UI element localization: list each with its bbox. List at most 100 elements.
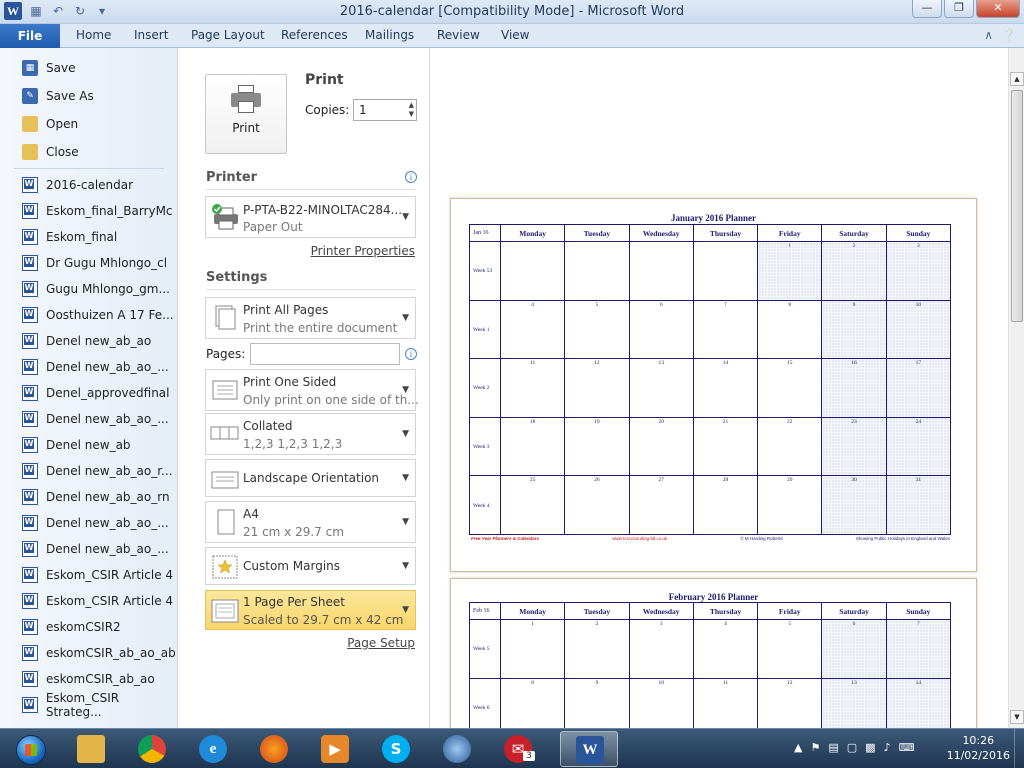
close-button[interactable]: ✕: [976, 0, 1020, 18]
day-cell: 2: [821, 241, 887, 301]
help-icon[interactable]: ❔: [1001, 28, 1016, 42]
recent-document[interactable]: Denel new_ab_ao_rn: [22, 486, 170, 508]
printer-dropdown[interactable]: P-PTA-B22-MINOLTAC284... Paper Out ▼: [205, 196, 416, 238]
margins-dropdown[interactable]: Custom Margins ▼: [205, 547, 416, 585]
day-header: Wednesday: [628, 224, 694, 242]
recent-document[interactable]: Eskom_CSIR Strateg...: [22, 691, 177, 719]
recent-document[interactable]: Dr Gugu Mhlongo_cl: [22, 252, 167, 274]
taskbar-media[interactable]: ▶: [306, 731, 364, 767]
nav-label: Save As: [46, 89, 94, 103]
pages-input[interactable]: [250, 343, 400, 365]
sides-dropdown[interactable]: Print One Sided Only print on one side o…: [205, 369, 419, 411]
tab-home[interactable]: Home: [76, 28, 111, 42]
media-player-icon: ▶: [321, 735, 349, 763]
recent-document[interactable]: Eskom_final_BarryMc: [22, 200, 173, 222]
preview-scrollbar[interactable]: ▲ ▼: [1008, 48, 1024, 728]
printer-info-icon[interactable]: i: [405, 171, 417, 183]
tab-review[interactable]: Review: [437, 28, 480, 42]
taskbar-word[interactable]: W: [560, 731, 618, 767]
print-button[interactable]: Print: [205, 74, 287, 154]
paper-size-dropdown[interactable]: A4 21 cm x 29.7 cm ▼: [205, 501, 416, 543]
taskbar-chrome[interactable]: [123, 731, 181, 767]
tab-insert[interactable]: Insert: [134, 28, 168, 42]
keyboard-icon[interactable]: ⌨: [899, 741, 915, 754]
day-cell: 30: [821, 475, 887, 535]
orientation-dropdown[interactable]: Landscape Orientation ▼: [205, 459, 416, 497]
tab-view[interactable]: View: [501, 28, 529, 42]
recent-document[interactable]: Eskom_CSIR Article 4: [22, 564, 173, 586]
recent-document[interactable]: Denel new_ab_ao_...: [22, 538, 169, 560]
day-header: Tuesday: [564, 602, 630, 620]
taskbar-mail[interactable]: ✉ 3: [489, 731, 547, 767]
pages-info-icon[interactable]: i: [405, 348, 417, 360]
tab-references[interactable]: References: [281, 28, 348, 42]
scroll-up-icon[interactable]: ▲: [1010, 72, 1024, 86]
restore-button[interactable]: ❐: [944, 0, 974, 18]
day-cell: 28: [692, 475, 759, 535]
day-cell: 6: [821, 619, 887, 679]
recent-document-label: eskomCSIR_ab_ao: [46, 672, 155, 686]
nav-label: Close: [46, 145, 79, 159]
nav-close[interactable]: Close: [22, 141, 79, 163]
recent-document[interactable]: Denel new_ab_ao_...: [22, 356, 169, 378]
recent-document[interactable]: Denel new_ab_ao_...: [22, 408, 169, 430]
taskbar-firefox[interactable]: [245, 731, 303, 767]
pages-per-sheet-dropdown[interactable]: 1 Page Per Sheet Scaled to 29.7 cm x 42 …: [205, 590, 416, 630]
recent-document[interactable]: Denel new_ab_ao_...: [22, 512, 169, 534]
minimize-ribbon-icon[interactable]: ∧: [984, 28, 993, 42]
clock[interactable]: 10:26 11/02/2016: [947, 733, 1010, 763]
recent-document[interactable]: eskomCSIR_ab_ao: [22, 668, 155, 690]
scroll-down-icon[interactable]: ▼: [1010, 710, 1024, 724]
recent-document-label: Denel new_ab_ao_...: [46, 516, 169, 530]
dropdown-arrow-icon: ▼: [402, 385, 409, 395]
setting-line2: 21 cm x 29.7 cm: [243, 525, 344, 539]
taskbar-ie[interactable]: e: [184, 731, 242, 767]
recent-document[interactable]: Denel new_ab: [22, 434, 131, 456]
recent-document[interactable]: Gugu Mhlongo_gm...: [22, 278, 170, 300]
recent-document[interactable]: Oosthuizen A 17 Fe...: [22, 304, 174, 326]
tab-file[interactable]: File: [0, 24, 60, 48]
tab-mailings[interactable]: Mailings: [365, 28, 414, 42]
day-cell: 2: [564, 619, 630, 679]
minimize-button[interactable]: —: [912, 0, 942, 18]
word-document-icon: [22, 489, 38, 505]
device-icon[interactable]: ▤: [828, 741, 838, 754]
nav-save[interactable]: ▦ Save: [22, 57, 75, 79]
recent-document[interactable]: Denel new_ab_ao_r...: [22, 460, 173, 482]
day-cell: 13: [821, 677, 887, 728]
scrollbar-thumb[interactable]: [1011, 90, 1023, 322]
day-cell: 15: [757, 358, 823, 418]
recent-document[interactable]: eskomCSIR2: [22, 616, 121, 638]
recent-document[interactable]: Denel new_ab_ao: [22, 330, 151, 352]
display-icon[interactable]: ▢: [847, 741, 857, 754]
tab-page-layout[interactable]: Page Layout: [191, 28, 265, 42]
taskbar-explorer[interactable]: [62, 731, 120, 767]
ribbon-right-controls: ∧ ❔: [984, 28, 1016, 42]
mail-badge: 3: [523, 751, 535, 761]
printer-properties-link[interactable]: Printer Properties: [311, 244, 415, 258]
recent-document[interactable]: 2016-calendar: [22, 174, 133, 196]
recent-document[interactable]: Eskom_final: [22, 226, 117, 248]
recent-document[interactable]: eskomCSIR_ab_ao_ab: [22, 642, 176, 664]
volume-icon[interactable]: ♪: [884, 741, 891, 754]
word-document-icon: [22, 333, 38, 349]
taskbar-skype[interactable]: S: [367, 731, 425, 767]
show-desktop-button[interactable]: [1014, 729, 1024, 768]
recent-document[interactable]: Denel_approvedfinal: [22, 382, 170, 404]
page-setup-link[interactable]: Page Setup: [347, 636, 415, 650]
start-button[interactable]: [4, 731, 56, 767]
taskbar-network[interactable]: [428, 731, 486, 767]
spinner-arrows-icon[interactable]: ▲ ▼: [409, 101, 414, 119]
nav-open[interactable]: Open: [22, 113, 78, 135]
show-hidden-icons-icon[interactable]: ▲: [794, 741, 802, 754]
recent-document[interactable]: Eskom_CSIR Article 4: [22, 590, 173, 612]
print-range-dropdown[interactable]: Print All Pages Print the entire documen…: [205, 297, 416, 339]
week-label: Week 53: [469, 241, 501, 301]
collation-dropdown[interactable]: Collated 1,2,3 1,2,3 1,2,3 ▼: [205, 413, 416, 455]
copies-stepper[interactable]: 1 ▲ ▼: [353, 99, 417, 121]
network-status-icon[interactable]: ▩: [865, 741, 875, 754]
recent-document-label: Denel new_ab_ao_rn: [46, 490, 170, 504]
network-icon: [443, 735, 471, 763]
action-center-icon[interactable]: ⚑: [810, 741, 820, 754]
nav-save-as[interactable]: ✎ Save As: [22, 85, 94, 107]
